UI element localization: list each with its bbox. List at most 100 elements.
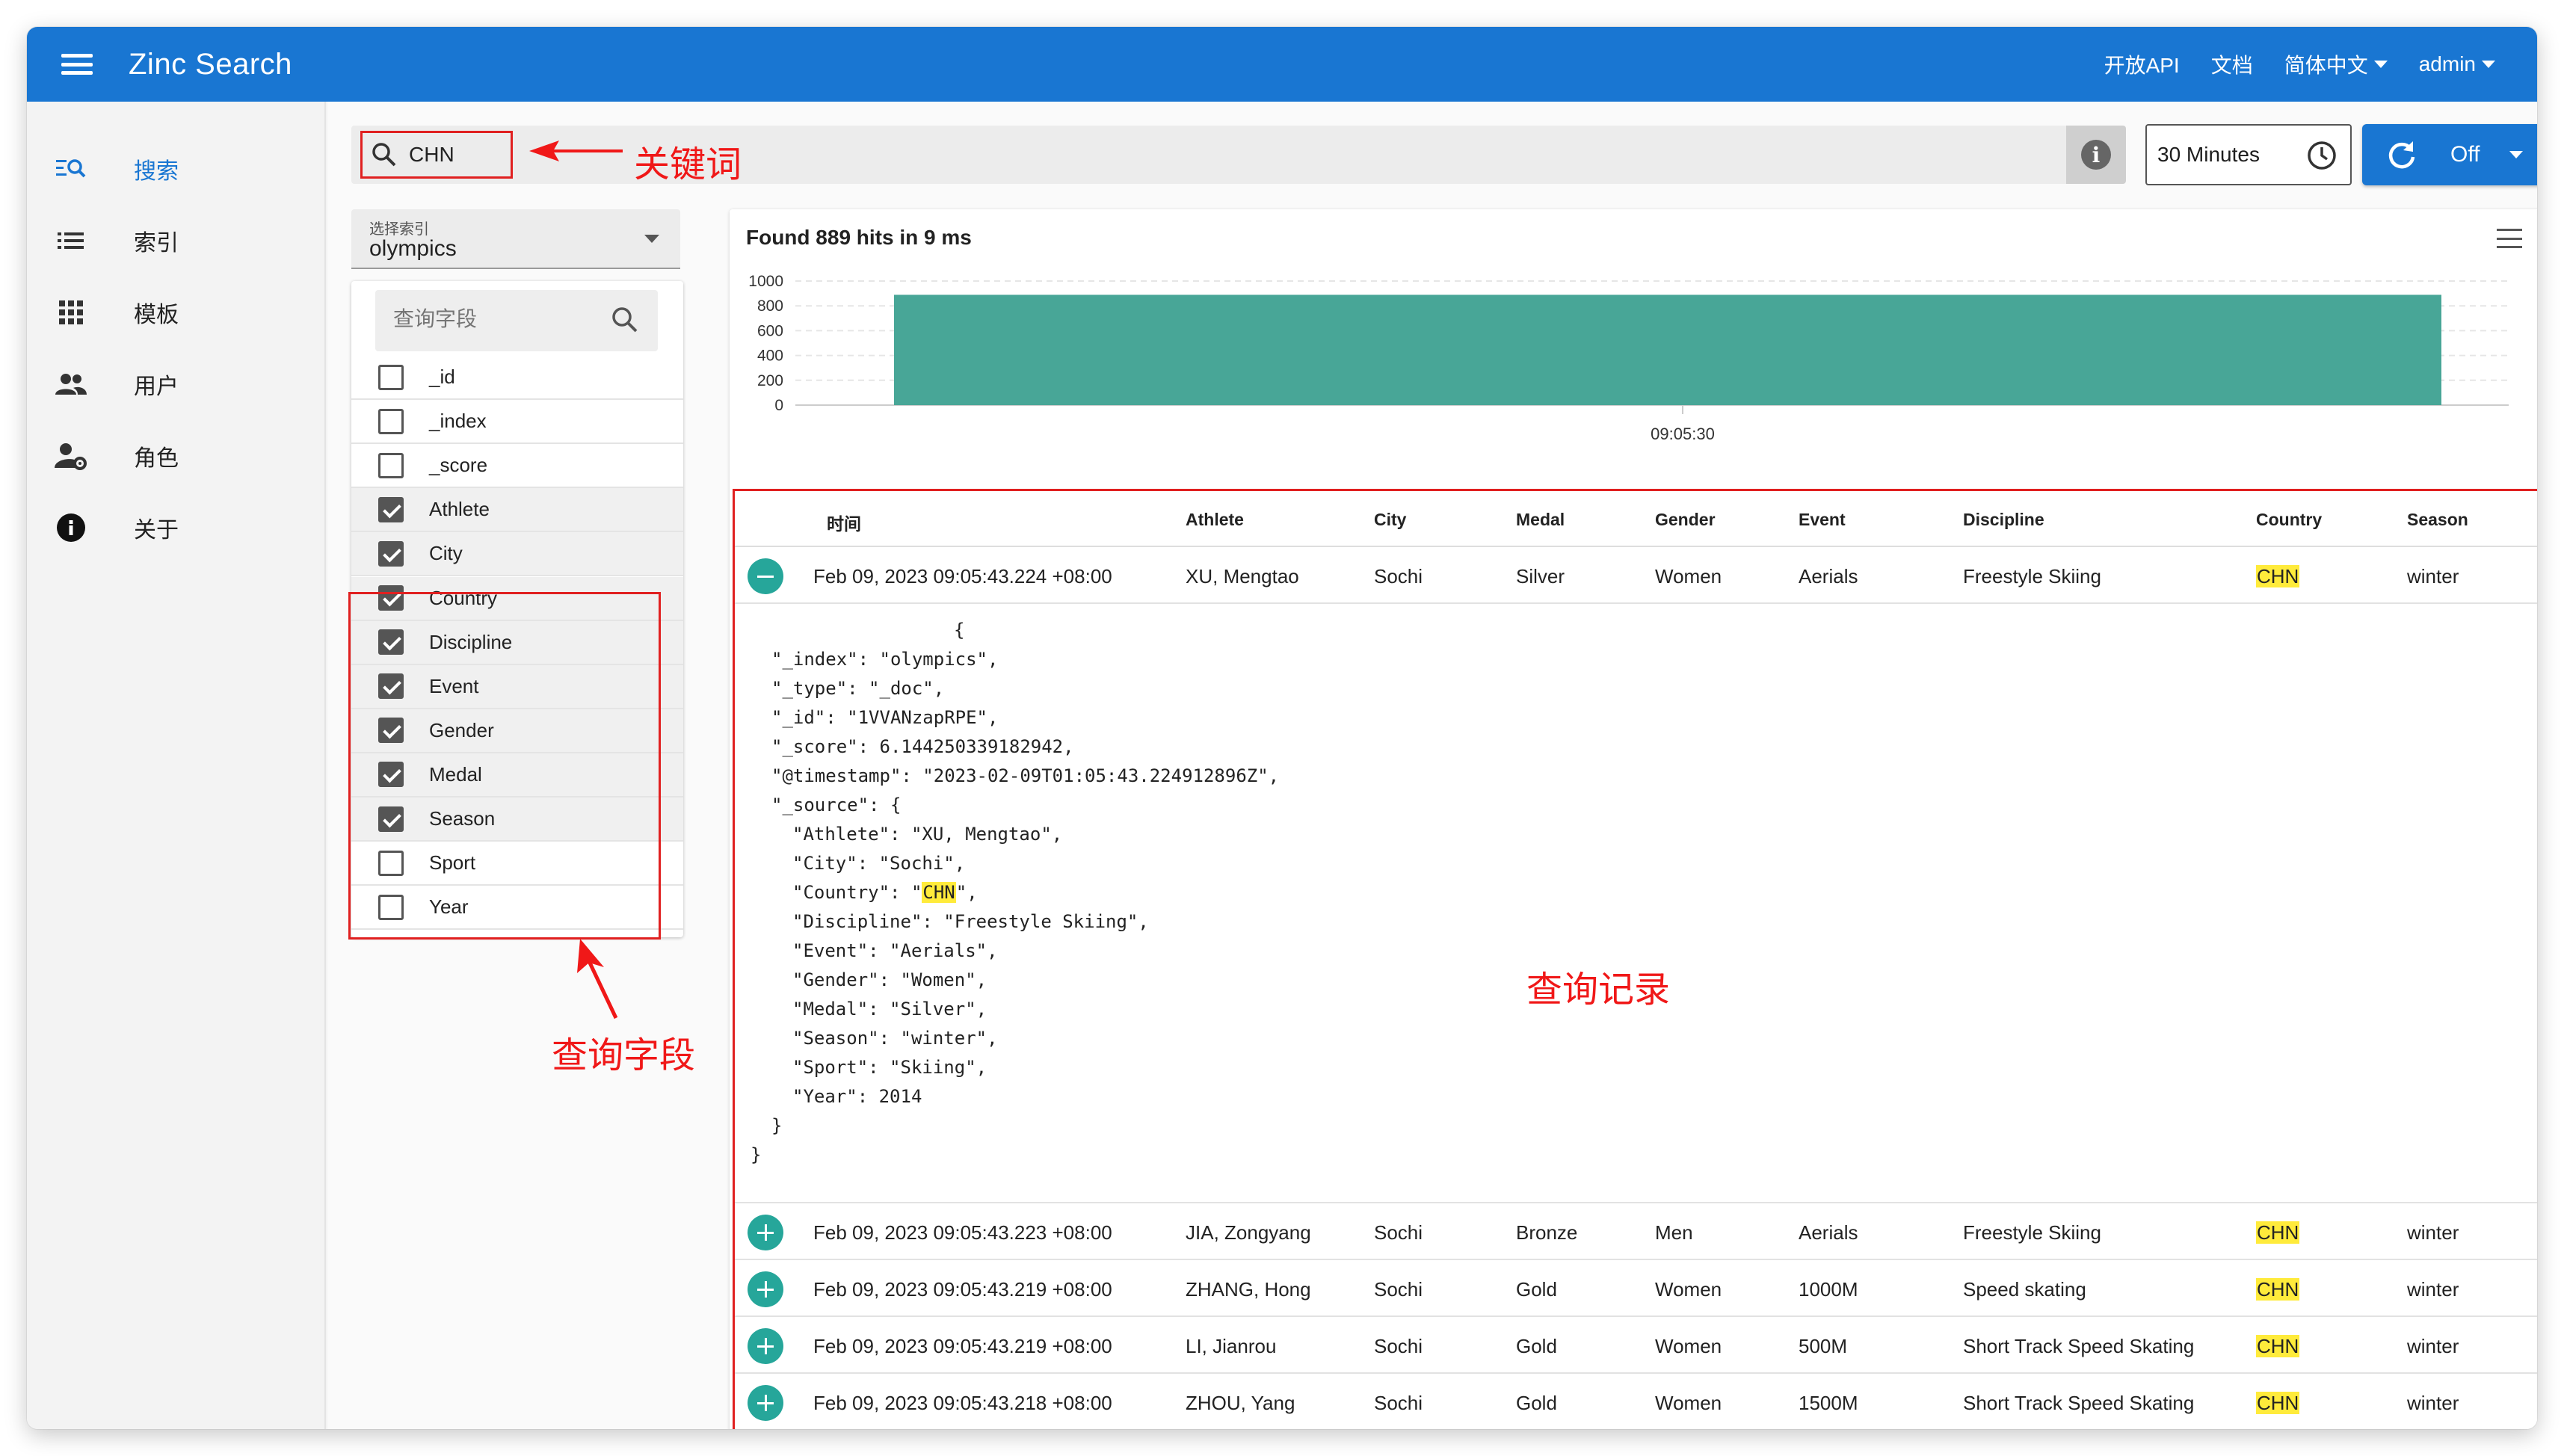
app-title: Zinc Search xyxy=(129,47,292,81)
docs-link[interactable]: 文档 xyxy=(2211,49,2253,79)
field-checkbox[interactable] xyxy=(378,408,404,434)
field-row-season[interactable]: Season xyxy=(351,798,683,842)
cell-city: Sochi xyxy=(1374,1278,1423,1301)
sidebar-item-index[interactable]: 索引 xyxy=(27,211,326,271)
search-input[interactable] xyxy=(407,142,505,167)
cell-event: 500M xyxy=(1799,1335,1848,1357)
menu-icon[interactable] xyxy=(55,49,99,79)
sidebar-item-about[interactable]: 关于 xyxy=(27,498,326,558)
field-row-year[interactable]: Year xyxy=(351,886,683,931)
field-row-city[interactable]: City xyxy=(351,532,683,577)
field-row-event[interactable]: Event xyxy=(351,664,683,709)
column-header-event[interactable]: Event xyxy=(1799,510,1846,530)
json-line: "Event": "Aerials", xyxy=(792,940,998,961)
app-window: Zinc Search 开放API 文档 简体中文 admin 搜索 索引 模板 xyxy=(27,27,2537,1429)
field-label: Country xyxy=(429,586,498,609)
field-list-panel: _id _index _score Athlete City Country Discipl… xyxy=(351,281,683,937)
histogram-bar[interactable] xyxy=(894,294,2441,405)
refresh-button[interactable]: Off xyxy=(2362,124,2537,185)
field-row-country[interactable]: Country xyxy=(351,576,683,621)
table-row[interactable]: Feb 09, 2023 09:05:43.219 +08:00 LI, Jian… xyxy=(734,1317,2537,1374)
open-api-link[interactable]: 开放API xyxy=(2104,49,2180,79)
expand-row-icon[interactable] xyxy=(748,1215,783,1250)
field-label: Season xyxy=(429,807,496,830)
field-search[interactable] xyxy=(375,290,658,351)
field-checkbox[interactable] xyxy=(378,850,404,876)
expand-row-icon[interactable] xyxy=(748,1328,783,1364)
json-line: "City": "Sochi", xyxy=(792,853,966,874)
field-checkbox[interactable] xyxy=(378,585,404,611)
json-line: "Country": "CHN", xyxy=(792,882,978,903)
keyword-arrow xyxy=(529,141,623,161)
field-checkbox[interactable] xyxy=(378,452,404,478)
json-source: {"_index": "olympics", "_type": "_doc", "_… xyxy=(751,616,1279,1170)
json-line: "Gender": "Women", xyxy=(792,969,987,990)
sidebar-item-templates[interactable]: 模板 xyxy=(27,283,326,342)
table-row[interactable]: Feb 09, 2023 09:05:43.224 +08:00 XU, Meng… xyxy=(734,547,2537,604)
query-info-button[interactable]: i xyxy=(2066,126,2126,184)
keyword-search-box[interactable] xyxy=(360,131,513,179)
field-row-score[interactable]: _score xyxy=(351,444,683,489)
sidebar: 搜索 索引 模板 用户 角色 关于 xyxy=(27,102,326,1429)
keyword-highlight: CHN xyxy=(2256,565,2300,587)
main-content: i 30 Minutes Off 选择索引 olympics _id _index… xyxy=(327,102,2537,1429)
field-label: Discipline xyxy=(429,630,513,653)
cell-discipline: Freestyle Skiing xyxy=(1963,565,2101,587)
field-checkbox[interactable] xyxy=(378,496,404,522)
sidebar-item-roles[interactable]: 角色 xyxy=(27,426,326,486)
field-row-medal[interactable]: Medal xyxy=(351,753,683,798)
hits-histogram: 0 200 400 600 800 1000 09:05:30 xyxy=(748,273,2509,443)
field-label: Sport xyxy=(429,851,476,874)
field-label: _score xyxy=(429,454,488,477)
field-checkbox[interactable] xyxy=(378,718,404,744)
column-header-discipline[interactable]: Discipline xyxy=(1963,510,2044,530)
field-checkbox[interactable] xyxy=(378,364,404,390)
table-row[interactable]: Feb 09, 2023 09:05:43.218 +08:00 ZHOU, Ya… xyxy=(734,1374,2537,1429)
column-header-country[interactable]: Country xyxy=(2256,510,2322,530)
search-icon[interactable] xyxy=(608,303,643,338)
column-header-time[interactable]: 时间 xyxy=(827,510,861,535)
user-menu[interactable]: admin xyxy=(2419,52,2495,76)
field-checkbox[interactable] xyxy=(378,806,404,832)
field-row-discipline[interactable]: Discipline xyxy=(351,620,683,665)
column-header-medal[interactable]: Medal xyxy=(1516,510,1565,530)
field-checkbox[interactable] xyxy=(378,673,404,700)
chart-menu-icon[interactable] xyxy=(2497,229,2522,248)
cell-gender: Men xyxy=(1655,1221,1693,1244)
column-header-season[interactable]: Season xyxy=(2407,510,2468,530)
language-dropdown[interactable]: 简体中文 xyxy=(2284,49,2388,79)
sidebar-item-label: 角色 xyxy=(134,446,179,471)
field-checkbox[interactable] xyxy=(378,762,404,788)
collapse-row-icon[interactable] xyxy=(748,558,783,594)
records-annotation: 查询记录 xyxy=(1526,969,1671,1011)
column-header-gender[interactable]: Gender xyxy=(1655,510,1716,530)
cell-city: Sochi xyxy=(1374,1392,1423,1414)
expand-row-icon[interactable] xyxy=(748,1271,783,1307)
sidebar-item-label: 搜索 xyxy=(134,159,179,184)
field-checkbox[interactable] xyxy=(378,540,404,567)
cell-country: CHN xyxy=(2256,1335,2300,1358)
index-select[interactable]: 选择索引 olympics xyxy=(351,209,680,269)
field-search-input[interactable] xyxy=(392,306,601,332)
field-row-gender[interactable]: Gender xyxy=(351,709,683,753)
field-checkbox[interactable] xyxy=(378,894,404,920)
json-line: "Athlete": "XU, Mengtao", xyxy=(792,824,1063,845)
sidebar-item-search[interactable]: 搜索 xyxy=(27,139,326,199)
expand-row-icon[interactable] xyxy=(748,1385,783,1421)
field-row-id[interactable]: _id xyxy=(351,356,683,400)
chevron-down-icon[interactable] xyxy=(2509,151,2524,158)
cell-time: Feb 09, 2023 09:05:43.223 +08:00 xyxy=(813,1221,1112,1244)
table-row[interactable]: Feb 09, 2023 09:05:43.219 +08:00 ZHANG, H… xyxy=(734,1260,2537,1317)
column-header-athlete[interactable]: Athlete xyxy=(1186,510,1244,530)
cell-time: Feb 09, 2023 09:05:43.218 +08:00 xyxy=(813,1392,1112,1414)
table-row[interactable]: Feb 09, 2023 09:05:43.223 +08:00 JIA, Zon… xyxy=(734,1203,2537,1260)
column-header-city[interactable]: City xyxy=(1374,510,1406,530)
field-row-athlete[interactable]: Athlete xyxy=(351,488,683,533)
field-row-sport[interactable]: Sport xyxy=(351,842,683,886)
field-row-index[interactable]: _index xyxy=(351,400,683,445)
y-tick-label: 800 xyxy=(757,297,783,315)
sidebar-item-users[interactable]: 用户 xyxy=(27,354,326,414)
field-checkbox[interactable] xyxy=(378,629,404,655)
time-range-select[interactable]: 30 Minutes xyxy=(2145,124,2352,185)
json-line: } xyxy=(751,1144,762,1165)
